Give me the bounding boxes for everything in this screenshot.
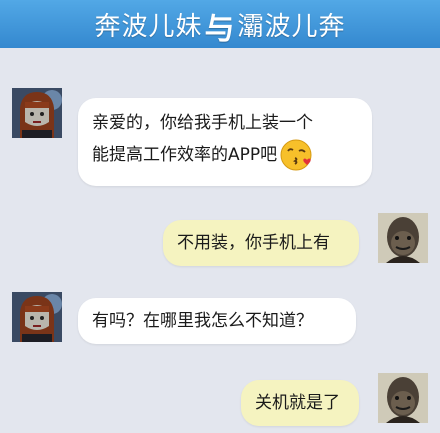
message-bubble-3[interactable]: 有吗？在哪里我怎么不知道？ (78, 298, 356, 344)
title-right-name: 灞波儿奔 (237, 11, 346, 42)
message-1-line-2: 能提高工作效率的APP吧 (92, 145, 278, 165)
title-separator: 与 (204, 12, 236, 47)
message-bubble-4[interactable]: 关机就是了 (241, 380, 359, 426)
chat-title-bar: 奔波儿妹 与 灞波儿奔 (0, 0, 440, 48)
avatar-boy-2[interactable] (378, 373, 428, 423)
message-1-line-1: 亲爱的，你给我手机上装一个 (92, 113, 313, 133)
boy-avatar-icon (378, 373, 428, 423)
avatar-boy[interactable] (378, 213, 428, 263)
girl-avatar-icon (12, 292, 62, 342)
kissing-face-icon (280, 139, 312, 171)
title-left-name: 奔波儿妹 (94, 11, 203, 42)
message-2-text: 不用装，你手机上有 (177, 233, 330, 253)
boy-avatar-icon (378, 213, 428, 263)
message-3-text: 有吗？在哪里我怎么不知道？ (92, 311, 313, 331)
girl-avatar-icon (12, 88, 62, 138)
message-bubble-1[interactable]: 亲爱的，你给我手机上装一个 能提高工作效率的APP吧 (78, 98, 372, 186)
message-bubble-2[interactable]: 不用装，你手机上有 (163, 220, 359, 266)
message-4-text: 关机就是了 (255, 393, 340, 413)
avatar-girl[interactable] (12, 88, 62, 138)
avatar-girl-2[interactable] (12, 292, 62, 342)
